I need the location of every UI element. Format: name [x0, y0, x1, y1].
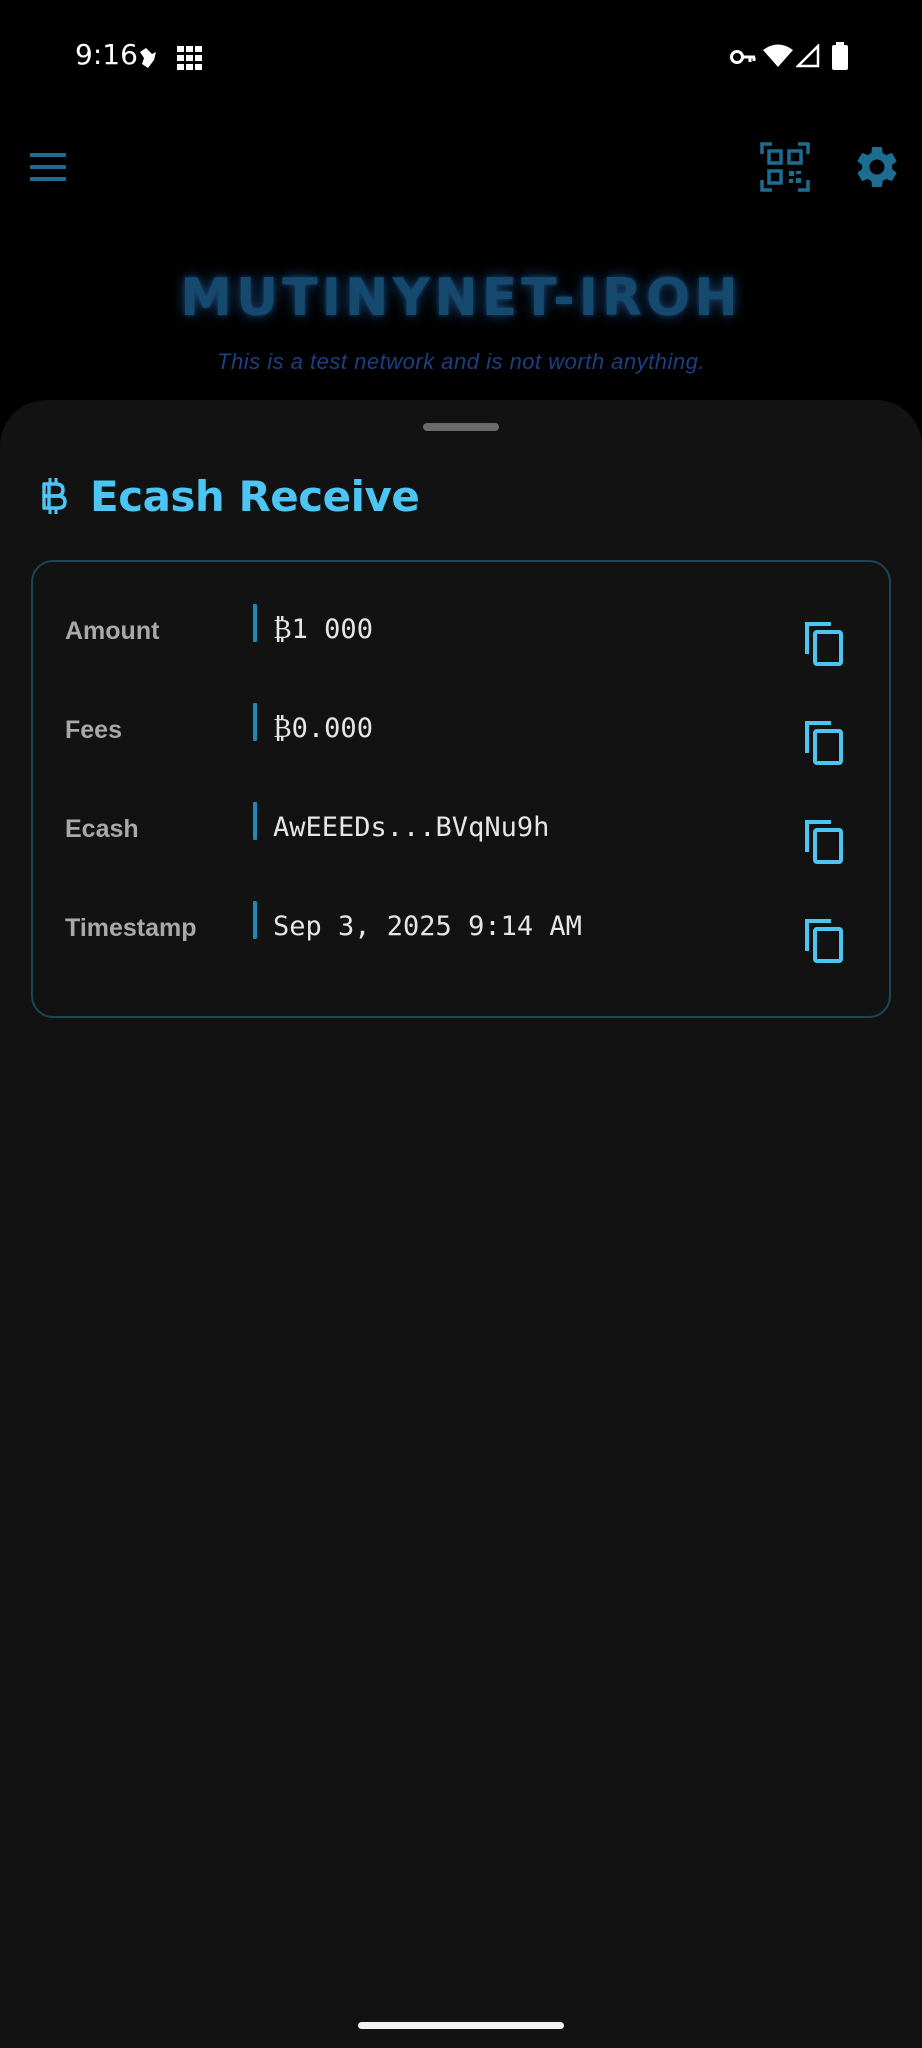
details-card: Amount ₿1 000 Fees ₿0.000 Ecash AwEEEDs.… — [31, 560, 891, 1018]
sheet-drag-handle[interactable] — [423, 423, 499, 431]
status-bar: 9:16 — [0, 0, 922, 112]
row-divider — [253, 901, 257, 939]
grid-app-icon — [177, 46, 202, 70]
screen: 9:16 MUTINYNET-IROH This is a test netwo… — [0, 0, 922, 2048]
bottom-sheet: Ecash Receive Amount ₿1 000 Fees ₿0.000 — [0, 400, 922, 2048]
wifi-icon — [763, 44, 793, 67]
network-subtitle: This is a test network and is not worth … — [217, 349, 705, 374]
detail-row-timestamp: Timestamp Sep 3, 2025 9:14 AM — [33, 901, 889, 981]
row-value: AwEEEDs...BVqNu9h — [273, 812, 550, 843]
sheet-header: Ecash Receive — [38, 456, 420, 536]
copy-icon[interactable] — [801, 915, 849, 967]
status-time: 9:16 — [75, 38, 138, 71]
detail-row-ecash: Ecash AwEEEDs...BVqNu9h — [33, 802, 889, 882]
notification-app-icon — [140, 48, 156, 68]
row-divider — [253, 802, 257, 840]
sheet-title: Ecash Receive — [90, 471, 420, 521]
detail-row-amount: Amount ₿1 000 — [33, 604, 889, 684]
row-value: ₿0.000 — [273, 713, 373, 744]
copy-icon[interactable] — [801, 618, 849, 670]
detail-row-fees: Fees ₿0.000 — [33, 703, 889, 783]
row-divider — [253, 604, 257, 642]
row-label: Fees — [65, 716, 122, 744]
row-value: Sep 3, 2025 9:14 AM — [273, 911, 582, 942]
row-value: ₿1 000 — [273, 614, 373, 645]
row-divider — [253, 703, 257, 741]
home-indicator[interactable] — [358, 2022, 564, 2029]
menu-button[interactable] — [30, 144, 76, 190]
copy-icon[interactable] — [801, 816, 849, 868]
row-label: Ecash — [65, 815, 139, 843]
bitcoin-icon — [42, 478, 67, 514]
copy-icon[interactable] — [801, 717, 849, 769]
gear-icon[interactable] — [852, 142, 902, 192]
vpn-key-icon — [730, 50, 756, 64]
cell-signal-icon — [796, 44, 820, 68]
qr-scan-icon[interactable] — [760, 142, 810, 192]
hamburger-menu-icon — [30, 153, 66, 157]
battery-icon — [832, 42, 848, 70]
row-label: Timestamp — [65, 914, 197, 942]
row-label: Amount — [65, 617, 160, 645]
network-title: MUTINYNET-IROH — [180, 268, 742, 328]
